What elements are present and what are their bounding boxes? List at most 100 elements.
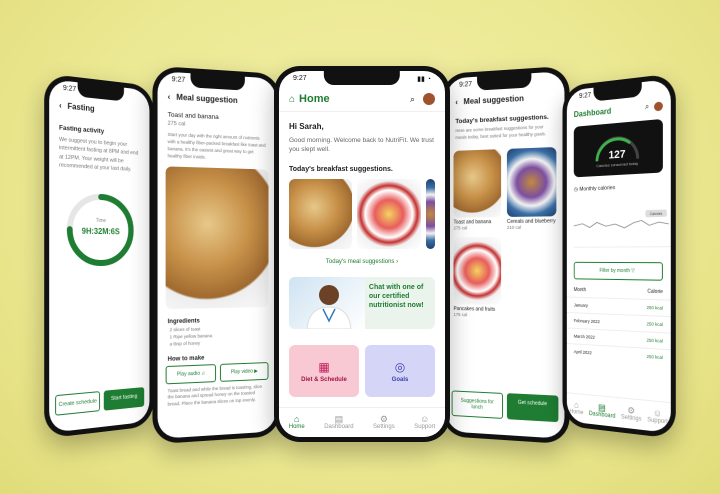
meal-suggestions-link-label: Today's meal suggestions (326, 259, 395, 265)
row-value: 250 kcal (647, 354, 663, 360)
tab-support[interactable]: ☺ Support (414, 415, 435, 430)
tab-dashboard[interactable]: ▤ Dashboard (589, 402, 616, 420)
monthly-chart: Calories (570, 191, 671, 254)
timer-value: 9H:32M:6S (82, 227, 120, 237)
meal-item[interactable]: Toast and banana 275 cal (453, 149, 501, 232)
section-title: Today's breakfast suggestions. (279, 154, 445, 179)
target-icon: ◎ (395, 360, 405, 374)
meal-item[interactable]: Pancakes and fruits 175 cal (453, 237, 501, 320)
calorie-table: January 250 kcal February 2022 250 kcal Ma… (567, 297, 671, 366)
dish-description: Start your day with the right amount of … (158, 129, 276, 167)
back-icon[interactable]: ‹ (455, 98, 458, 107)
calorie-gauge: 127 (590, 129, 646, 163)
chat-banner[interactable]: Chat with one of our certified nutrition… (289, 277, 435, 329)
tab-support-label: Support (647, 417, 668, 425)
tab-settings-label: Settings (373, 424, 395, 430)
breakfast-carousel[interactable] (279, 179, 445, 249)
back-icon[interactable]: ‹ (168, 92, 171, 101)
goals-label: Goals (392, 377, 409, 383)
dashboard-icon: ▤ (335, 415, 344, 424)
phone-dashboard: 9:27 Dashboard ⌕ 127 Calories consumed t… (563, 73, 676, 439)
meal-calories: 175 cal (453, 312, 501, 320)
chart-title-label: Monthly calories (579, 185, 615, 193)
diet-schedule-card[interactable]: ▦ Diet & Schedule (289, 345, 359, 397)
tab-dashboard[interactable]: ▤ Dashboard (324, 415, 353, 430)
home-icon: ⌂ (294, 415, 299, 424)
tab-home[interactable]: ⌂ Home (289, 415, 305, 430)
tab-settings[interactable]: ⚙ Settings (373, 415, 395, 430)
search-icon[interactable]: ⌕ (645, 102, 649, 113)
tab-home-label: Home (289, 424, 305, 430)
start-fasting-button[interactable]: Start fasting (104, 387, 144, 411)
dish-image (166, 167, 269, 310)
status-time: 9:27 (579, 92, 591, 105)
tab-bar: ⌂ Home ▤ Dashboard ⚙ Settings ☺ Support (279, 407, 445, 437)
quick-cards: ▦ Diet & Schedule ◎ Goals (279, 331, 445, 397)
lunch-suggestions-button[interactable]: Suggestions for lunch (452, 390, 503, 419)
row-value: 250 kcal (647, 321, 663, 327)
col-month: Month (574, 287, 586, 293)
row-month: February 2022 (574, 318, 600, 324)
play-audio-button[interactable]: Play audio ♫ (166, 364, 216, 384)
fasting-description: We suggest you to begin your intermitten… (49, 131, 149, 179)
greeting: Hi Sarah, (279, 112, 445, 131)
search-icon[interactable]: ⌕ (410, 94, 415, 105)
tab-settings[interactable]: ⚙ Settings (621, 405, 641, 422)
phone-meal-suggestion: 9:27 ‹ Meal suggestion Toast and banana … (152, 66, 280, 445)
goals-card[interactable]: ◎ Goals (365, 345, 435, 397)
status-time: 9:27 (293, 75, 307, 87)
nutritionist-image (289, 277, 365, 329)
status-time: 9:27 (459, 81, 472, 94)
filter-by-month-button[interactable]: Filter by month ▽ (574, 262, 663, 281)
play-audio-label: Play audio (177, 370, 200, 377)
calendar-icon: ▦ (318, 360, 329, 374)
home-screen: 9:27 ▮▮ ◔ ⌂ Home ⌕ Hi Sarah, Good morning… (279, 71, 445, 437)
meal-card-fruit[interactable] (357, 179, 420, 249)
page-title: Meal suggestion (464, 94, 524, 106)
phone-home: 9:27 ▮▮ ◔ ⌂ Home ⌕ Hi Sarah, Good morning… (274, 66, 450, 442)
col-calorie: Calorie (647, 289, 662, 296)
create-schedule-button[interactable]: Create schedule (55, 391, 100, 416)
meal-item[interactable]: Cereals and blueberry 210 cal (507, 147, 556, 232)
meal-calories: 275 cal (453, 225, 501, 232)
filter-label: Filter by month (599, 268, 630, 274)
how-to-steps: Toast bread and while the bread is toast… (158, 379, 276, 413)
meal-card-peek[interactable] (426, 179, 435, 249)
meal-image (453, 149, 501, 218)
phone-breakfast-list: 9:27 ‹ Meal suggestion Today's breakfast… (441, 66, 569, 445)
chart-tooltip: Calories (650, 212, 663, 217)
meal-calories: 210 cal (507, 224, 556, 231)
diet-schedule-label: Diet & Schedule (301, 377, 347, 383)
timer-label: Time (96, 218, 106, 224)
filter-icon: ▽ (631, 268, 635, 274)
tab-bar: ⌂ Home ▤ Dashboard ⚙ Settings ☺ Support (567, 392, 671, 433)
dashboard-screen: 9:27 Dashboard ⌕ 127 Calories consumed t… (567, 79, 671, 433)
calorie-gauge-card: 127 Calories consumed today (574, 119, 663, 177)
doctor-illustration (289, 277, 369, 329)
tab-support[interactable]: ☺ Support (647, 408, 668, 426)
meal-suggestions-link[interactable]: Today's meal suggestions › (279, 249, 445, 275)
meal-image (453, 237, 501, 305)
meal-image (507, 147, 556, 217)
meal-screen: 9:27 ‹ Meal suggestion Toast and banana … (158, 71, 276, 439)
tab-home[interactable]: ⌂ Home (569, 400, 583, 416)
row-month: March 2022 (574, 334, 595, 340)
page-title: Home (299, 93, 410, 105)
phone-fasting: 9:27 ‹ Fasting Fasting activity We sugge… (44, 73, 154, 438)
meal-name: Cereals and blueberry (507, 218, 556, 225)
play-video-button[interactable]: Play video ▶ (220, 362, 269, 382)
home-header: ⌂ Home ⌕ (279, 87, 445, 112)
fasting-screen: 9:27 ‹ Fasting Fasting activity We sugge… (49, 79, 149, 433)
get-schedule-button[interactable]: Get schedule (507, 393, 558, 422)
avatar[interactable] (654, 101, 663, 111)
tab-dashboard-label: Dashboard (589, 411, 616, 420)
clock-icon: ◷ (574, 187, 578, 193)
back-icon[interactable]: ‹ (59, 101, 62, 111)
tab-home-label: Home (569, 409, 583, 416)
greeting-subtext: Good morning. Welcome back to NutriFit. … (279, 131, 445, 154)
fasting-actions: Create schedule Start fasting (55, 387, 144, 416)
tab-dashboard-label: Dashboard (324, 424, 353, 430)
row-value: 250 kcal (647, 338, 663, 344)
avatar[interactable] (423, 93, 435, 105)
meal-card-toast[interactable] (289, 179, 352, 249)
